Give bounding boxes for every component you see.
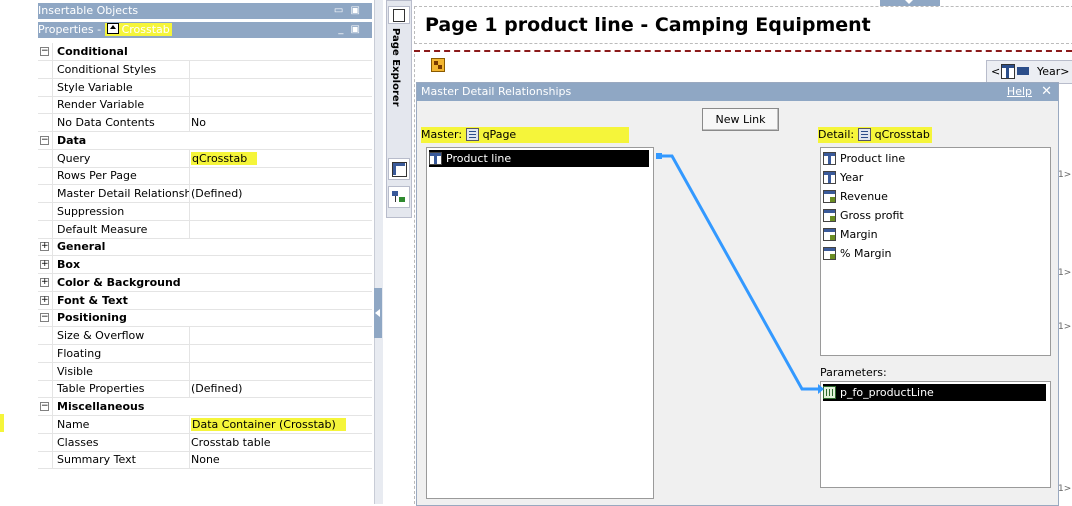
link-arrowhead: [818, 384, 824, 394]
link-start-handle: [656, 153, 662, 159]
link-line: [662, 154, 818, 391]
link-connector[interactable]: [0, 0, 1072, 504]
